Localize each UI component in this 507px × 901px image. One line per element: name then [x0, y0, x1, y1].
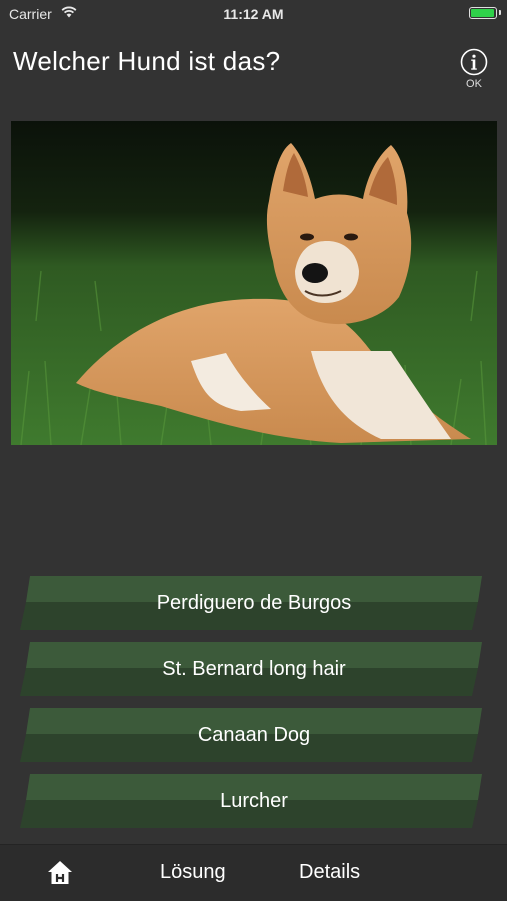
answer-option-2[interactable]: St. Bernard long hair — [20, 642, 488, 696]
dog-photo — [11, 121, 497, 445]
answer-option-3[interactable]: Canaan Dog — [20, 708, 488, 762]
answer-label: Lurcher — [220, 790, 288, 812]
tab-details[interactable]: Details — [299, 861, 360, 884]
battery-icon — [469, 7, 497, 19]
info-label: OK — [466, 78, 482, 90]
answer-option-1[interactable]: Perdiguero de Burgos — [20, 576, 488, 630]
answer-label: Canaan Dog — [197, 724, 311, 746]
answer-label: Perdiguero de Burgos — [156, 592, 352, 614]
info-icon — [460, 48, 488, 76]
status-bar: Carrier 11:12 AM — [0, 0, 507, 28]
battery-tip — [499, 10, 501, 15]
tab-solution[interactable]: Lösung — [160, 861, 226, 884]
tab-bar: Lösung Details — [0, 844, 507, 901]
home-icon[interactable] — [46, 859, 74, 887]
clock: 11:12 AM — [223, 6, 284, 22]
page-title: Welcher Hund ist das? — [13, 46, 281, 76]
answer-label: St. Bernard long hair — [162, 658, 346, 680]
battery-level — [471, 9, 494, 17]
answer-option-4[interactable]: Lurcher — [20, 774, 488, 828]
info-button[interactable]: OK — [458, 48, 490, 92]
